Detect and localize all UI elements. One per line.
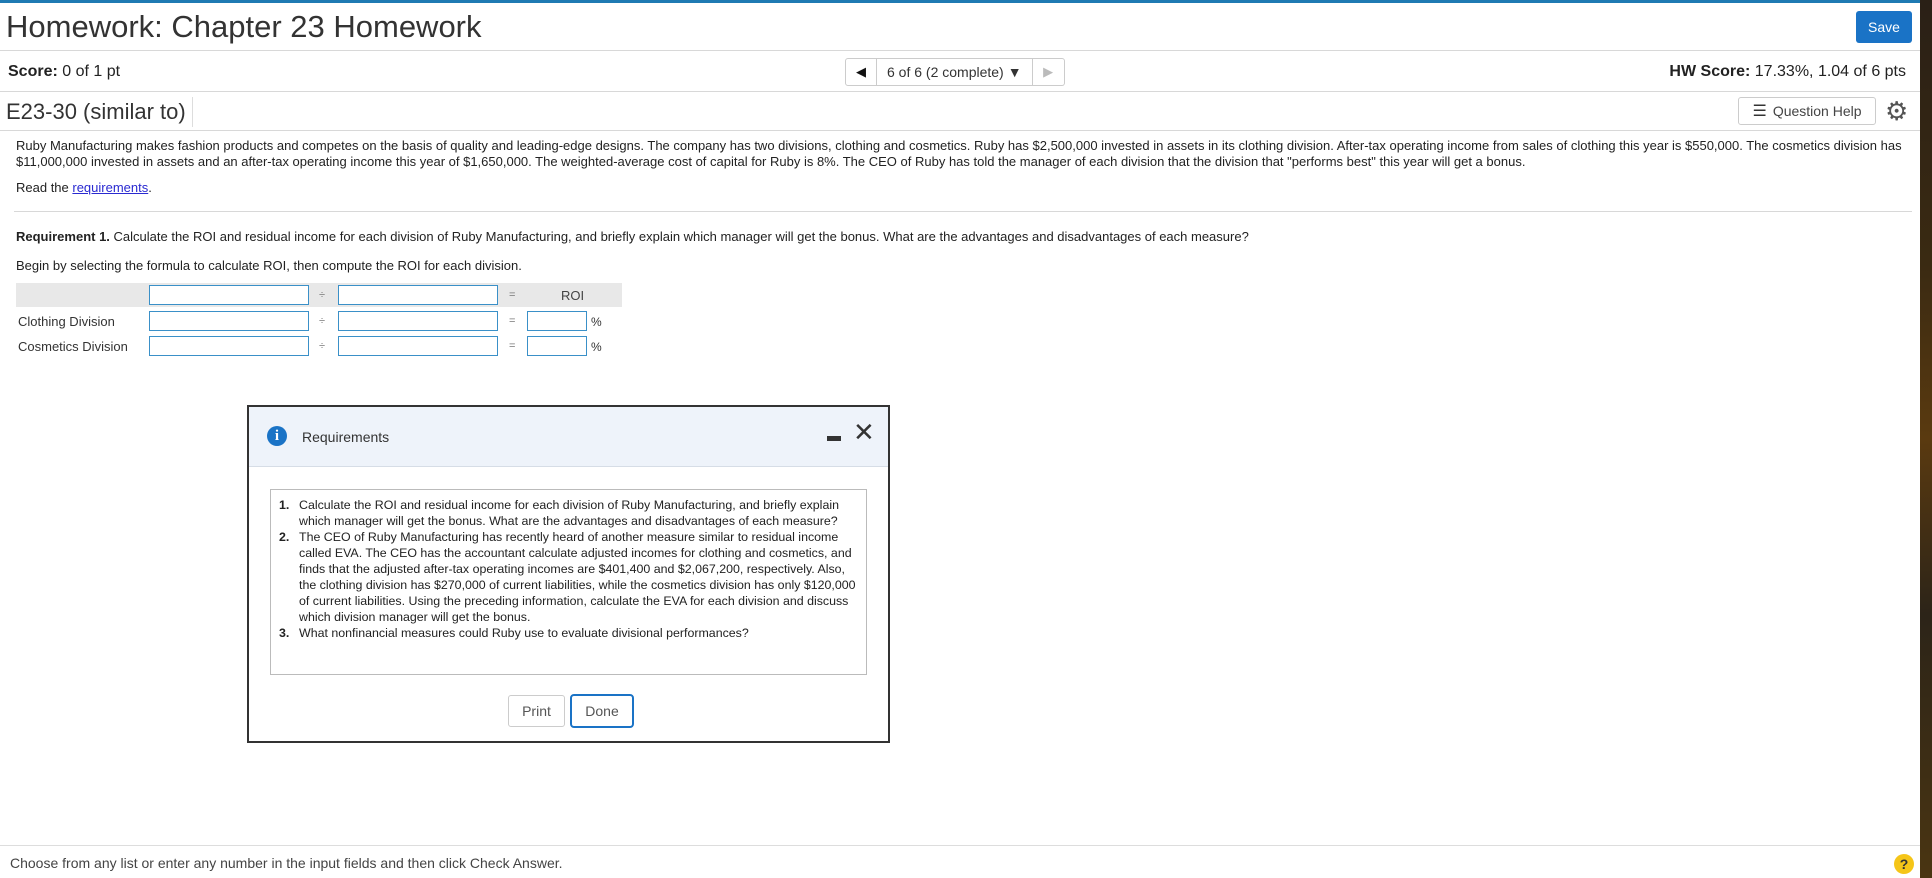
gear-icon[interactable]: ⚙ (1885, 97, 1908, 125)
requirements-link[interactable]: requirements (72, 180, 148, 195)
question-help-label: Question Help (1772, 103, 1862, 119)
item-number: 2. (279, 530, 290, 544)
score-bar: Score: 0 of 1 pt ◀ 6 of 6 (2 complete) ▼… (0, 52, 1920, 92)
requirements-dialog: i Requirements ✕ 1. Calculate the ROI an… (247, 405, 890, 743)
next-question-button[interactable]: ▶ (1032, 58, 1065, 86)
cosmetics-denominator-input[interactable] (338, 336, 498, 356)
question-navigator: ◀ 6 of 6 (2 complete) ▼ ▶ (845, 58, 1065, 86)
item-text: The CEO of Ruby Manufacturing has recent… (299, 530, 856, 624)
hw-score: HW Score: 17.33%, 1.04 of 6 pts (1669, 63, 1906, 81)
list-icon: ☰ (1752, 103, 1767, 120)
save-button[interactable]: Save (1856, 11, 1912, 43)
read-requirements: Read the requirements. (16, 180, 1912, 196)
dialog-header: i Requirements ✕ (249, 407, 888, 467)
divide-sign: ÷ (319, 315, 326, 327)
problem-section: Ruby Manufacturing makes fashion product… (16, 138, 1912, 196)
question-position: 6 of 6 (2 complete) (887, 64, 1004, 80)
question-id: E23-30 (similar to) (6, 97, 193, 127)
cosmetics-numerator-input[interactable] (149, 336, 309, 356)
read-prefix: Read the (16, 180, 73, 195)
close-icon[interactable]: ✕ (853, 417, 875, 447)
header: Homework: Chapter 23 Homework Save (0, 3, 1920, 51)
chevron-down-icon: ▼ (1007, 64, 1022, 80)
list-item: 2. The CEO of Ruby Manufacturing has rec… (279, 529, 858, 625)
equals-sign: = (509, 289, 516, 301)
cosmetics-division-label: Cosmetics Division (18, 339, 128, 354)
question-select-dropdown[interactable]: 6 of 6 (2 complete) ▼ (877, 58, 1033, 86)
formula-numerator-select[interactable] (149, 285, 309, 305)
score-label: Score: (8, 63, 58, 80)
previous-question-button[interactable]: ◀ (845, 58, 877, 86)
score-value: 0 of 1 pt (62, 63, 121, 80)
hw-score-label: HW Score: (1669, 63, 1751, 80)
dialog-title: Requirements (302, 429, 390, 445)
desktop-edge (1920, 0, 1932, 878)
divider (14, 211, 1912, 212)
clothing-denominator-input[interactable] (338, 311, 498, 331)
hw-score-value: 17.33%, 1.04 of 6 pts (1754, 63, 1906, 80)
read-suffix: . (148, 180, 152, 195)
list-item: 1. Calculate the ROI and residual income… (279, 497, 858, 529)
roi-header: ROI (561, 288, 585, 303)
divide-sign: ÷ (319, 289, 326, 301)
item-text: What nonfinancial measures could Ruby us… (299, 626, 749, 640)
prev-arrow-icon: ◀ (856, 64, 866, 79)
formula-denominator-select[interactable] (338, 285, 498, 305)
percent-sign: % (591, 340, 602, 354)
footer-instructions: Choose from any list or enter any number… (10, 855, 563, 871)
instruction-text: Begin by selecting the formula to calcul… (16, 258, 522, 273)
clothing-roi-input[interactable] (527, 311, 587, 331)
requirement-1-label: Requirement 1. (16, 229, 110, 244)
question-help-button[interactable]: ☰ Question Help (1738, 97, 1876, 125)
divide-sign: ÷ (319, 340, 326, 352)
footer: Choose from any list or enter any number… (0, 845, 1920, 878)
clothing-numerator-input[interactable] (149, 311, 309, 331)
question-bar: E23-30 (similar to) ☰ Question Help ⚙ (0, 93, 1920, 131)
percent-sign: % (591, 315, 602, 329)
info-icon: i (267, 426, 287, 446)
requirements-list: 1. Calculate the ROI and residual income… (270, 489, 867, 675)
next-arrow-icon: ▶ (1043, 64, 1054, 79)
item-number: 1. (279, 498, 290, 512)
question-score: Score: 0 of 1 pt (8, 63, 120, 81)
requirement-1: Requirement 1. Calculate the ROI and res… (16, 229, 1249, 244)
print-button[interactable]: Print (508, 695, 565, 727)
list-item: 3. What nonfinancial measures could Ruby… (279, 625, 858, 641)
item-number: 3. (279, 626, 290, 640)
minimize-icon[interactable] (827, 436, 841, 441)
cosmetics-roi-input[interactable] (527, 336, 587, 356)
equals-sign: = (509, 340, 516, 352)
page-title: Homework: Chapter 23 Homework (6, 9, 482, 44)
done-button[interactable]: Done (570, 694, 634, 728)
help-icon[interactable]: ? (1894, 854, 1914, 874)
requirement-1-text: Calculate the ROI and residual income fo… (109, 229, 1249, 244)
clothing-division-label: Clothing Division (18, 314, 115, 329)
equals-sign: = (509, 315, 516, 327)
problem-text: Ruby Manufacturing makes fashion product… (16, 138, 1902, 169)
item-text: Calculate the ROI and residual income fo… (299, 498, 839, 528)
